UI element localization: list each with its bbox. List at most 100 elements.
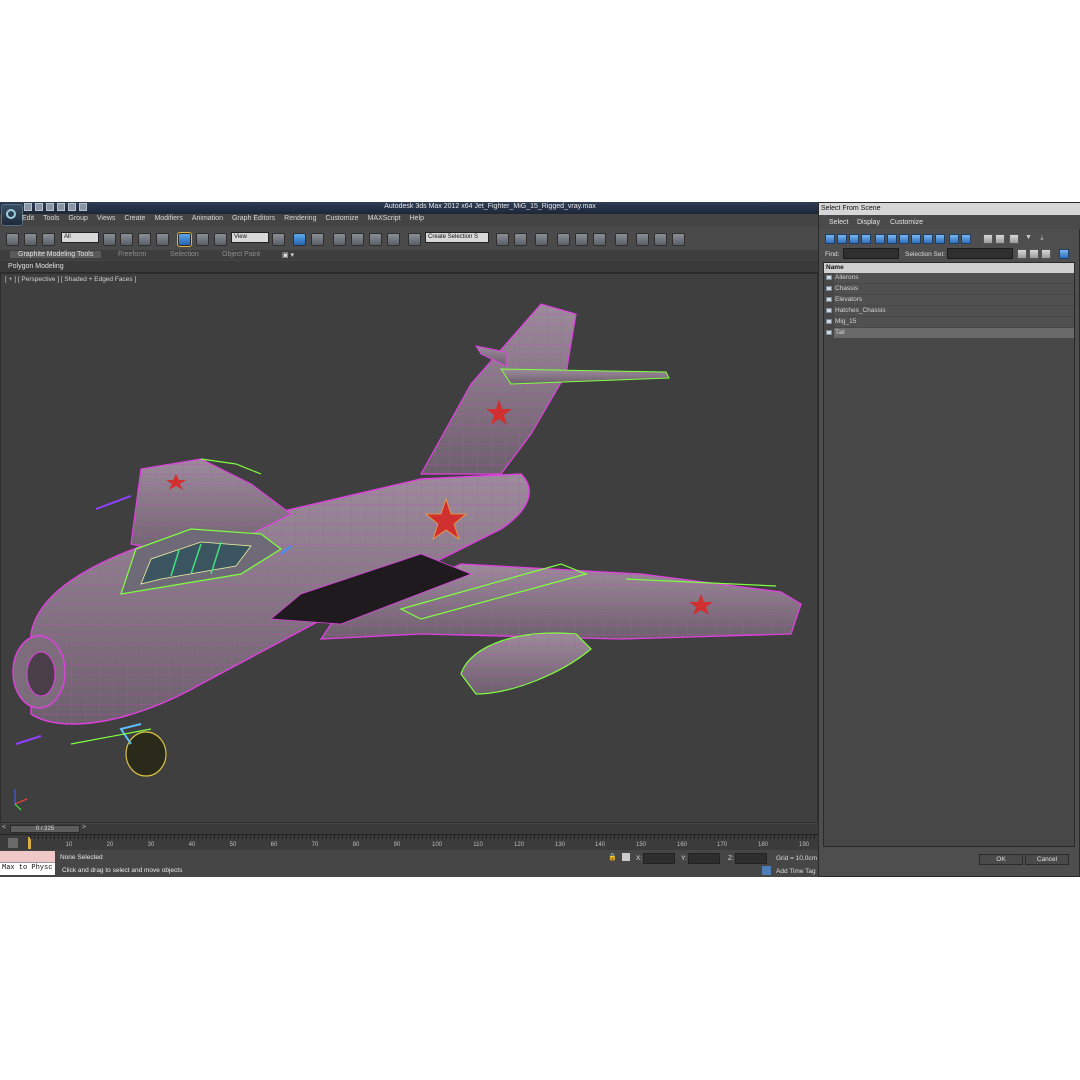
select-object-icon[interactable]: [103, 233, 116, 246]
find-input[interactable]: [843, 248, 899, 259]
menu-create[interactable]: Create: [124, 215, 145, 226]
jet-fighter-model[interactable]: [1, 274, 818, 823]
menu-group[interactable]: Group: [68, 215, 87, 226]
pivot-point-icon[interactable]: [272, 233, 285, 246]
manipulate-icon[interactable]: [293, 233, 306, 246]
edit-named-selection-icon[interactable]: [408, 233, 421, 246]
track-bar[interactable]: 10 20 30 40 50 60 70 80 90 100 110 120 1…: [0, 834, 818, 851]
menu-modifiers[interactable]: Modifiers: [154, 215, 182, 226]
select-none-icon[interactable]: [1029, 249, 1039, 259]
maxscript-line[interactable]: Max to Physc: [0, 863, 55, 873]
display-containers-icon[interactable]: [935, 234, 945, 244]
render-production-icon[interactable]: [672, 233, 685, 246]
open-file-icon[interactable]: [35, 203, 43, 211]
selection-filter-dropdown[interactable]: All: [61, 232, 99, 243]
time-tag-icon[interactable]: [762, 866, 771, 875]
display-none-icon[interactable]: [995, 234, 1005, 244]
menu-graph-editors[interactable]: Graph Editors: [232, 215, 275, 226]
polygon-modeling-panel[interactable]: Polygon Modeling: [8, 263, 64, 270]
z-coordinate-field[interactable]: [735, 853, 767, 864]
menu-customize[interactable]: Customize: [325, 215, 358, 226]
snaps-toggle-icon[interactable]: [333, 233, 346, 246]
application-logo-button[interactable]: [1, 204, 23, 226]
layer-manager-icon[interactable]: [535, 233, 548, 246]
ribbon-options-icon[interactable]: ▣ ▾: [282, 251, 294, 259]
tab-object-paint[interactable]: Object Paint: [222, 251, 260, 258]
menu-views[interactable]: Views: [97, 215, 116, 226]
mirror-icon[interactable]: [496, 233, 509, 246]
graphite-toggle-icon[interactable]: [557, 233, 570, 246]
cancel-button[interactable]: Cancel: [1025, 854, 1069, 865]
list-item[interactable]: Chassis: [824, 284, 1074, 294]
display-frozen-icon[interactable]: [949, 234, 959, 244]
display-helpers-icon[interactable]: [875, 234, 885, 244]
display-space-warps-icon[interactable]: [887, 234, 897, 244]
selection-lock-icon[interactable]: 🔒: [608, 853, 617, 861]
sort-icon[interactable]: ⇣: [1039, 234, 1049, 244]
perspective-viewport[interactable]: [ + ] [ Perspective ] [ Shaded + Edged F…: [0, 273, 818, 823]
named-selection-set-dropdown[interactable]: Create Selection S: [425, 232, 489, 243]
menu-animation[interactable]: Animation: [192, 215, 223, 226]
bind-space-warp-icon[interactable]: [42, 233, 55, 246]
sync-selection-icon[interactable]: [1059, 249, 1069, 259]
tab-freeform[interactable]: Freeform: [118, 251, 146, 258]
tab-selection[interactable]: Selection: [170, 251, 199, 258]
schematic-view-icon[interactable]: [593, 233, 606, 246]
spinner-snap-icon[interactable]: [387, 233, 400, 246]
tab-graphite-modeling-tools[interactable]: Graphite Modeling Tools: [10, 251, 102, 258]
dialog-menu-select[interactable]: Select: [829, 219, 848, 226]
dialog-menu-customize[interactable]: Customize: [890, 219, 923, 226]
add-time-tag[interactable]: Add Time Tag: [776, 868, 816, 875]
y-coordinate-field[interactable]: [688, 853, 720, 864]
display-lights-icon[interactable]: [849, 234, 859, 244]
undo-icon[interactable]: [57, 203, 65, 211]
select-invert-icon[interactable]: [1041, 249, 1051, 259]
filter-icon[interactable]: ▼: [1025, 234, 1035, 244]
menu-help[interactable]: Help: [410, 215, 424, 226]
display-shapes-icon[interactable]: [837, 234, 847, 244]
select-by-name-icon[interactable]: [120, 233, 133, 246]
keyboard-shortcut-override-icon[interactable]: [311, 233, 324, 246]
align-icon[interactable]: [514, 233, 527, 246]
x-coordinate-field[interactable]: [643, 853, 675, 864]
link-icon[interactable]: [6, 233, 19, 246]
dialog-menu-display[interactable]: Display: [857, 219, 880, 226]
select-and-move-icon[interactable]: [177, 232, 192, 247]
angle-snap-icon[interactable]: [351, 233, 364, 246]
invert-display-icon[interactable]: [1009, 234, 1019, 244]
select-and-scale-icon[interactable]: [214, 233, 227, 246]
reference-coordinate-dropdown[interactable]: View: [231, 232, 269, 243]
material-editor-icon[interactable]: [615, 233, 628, 246]
project-folder-icon[interactable]: [79, 203, 87, 211]
save-file-icon[interactable]: [46, 203, 54, 211]
percent-snap-icon[interactable]: [369, 233, 382, 246]
menu-tools[interactable]: Tools: [43, 215, 59, 226]
curve-editor-icon[interactable]: [575, 233, 588, 246]
display-groups-icon[interactable]: [899, 234, 909, 244]
display-bones-icon[interactable]: [923, 234, 933, 244]
unlink-icon[interactable]: [24, 233, 37, 246]
elevator[interactable]: [500, 368, 670, 385]
select-all-icon[interactable]: [1017, 249, 1027, 259]
display-cameras-icon[interactable]: [861, 234, 871, 244]
window-crossing-icon[interactable]: [156, 233, 169, 246]
ok-button[interactable]: OK: [979, 854, 1023, 865]
select-and-rotate-icon[interactable]: [196, 233, 209, 246]
menu-maxscript[interactable]: MAXScript: [368, 215, 401, 226]
next-frame-icon[interactable]: >: [82, 824, 86, 831]
display-xrefs-icon[interactable]: [911, 234, 921, 244]
selection-set-dropdown[interactable]: [947, 248, 1013, 259]
absolute-mode-icon[interactable]: [622, 853, 630, 861]
nose-wheel[interactable]: [125, 731, 167, 777]
time-slider[interactable]: 0 / 225: [10, 825, 80, 833]
name-column-header[interactable]: Name: [824, 263, 1074, 273]
list-item[interactable]: Elevators: [824, 295, 1074, 305]
menu-rendering[interactable]: Rendering: [284, 215, 316, 226]
new-file-icon[interactable]: [24, 203, 32, 211]
rendered-frame-window-icon[interactable]: [654, 233, 667, 246]
rectangular-selection-icon[interactable]: [138, 233, 151, 246]
menu-edit[interactable]: Edit: [22, 215, 34, 226]
list-item[interactable]: Hatches_Chassis: [824, 306, 1074, 316]
display-geometry-icon[interactable]: [825, 234, 835, 244]
list-item[interactable]: Ailerons: [824, 273, 1074, 283]
